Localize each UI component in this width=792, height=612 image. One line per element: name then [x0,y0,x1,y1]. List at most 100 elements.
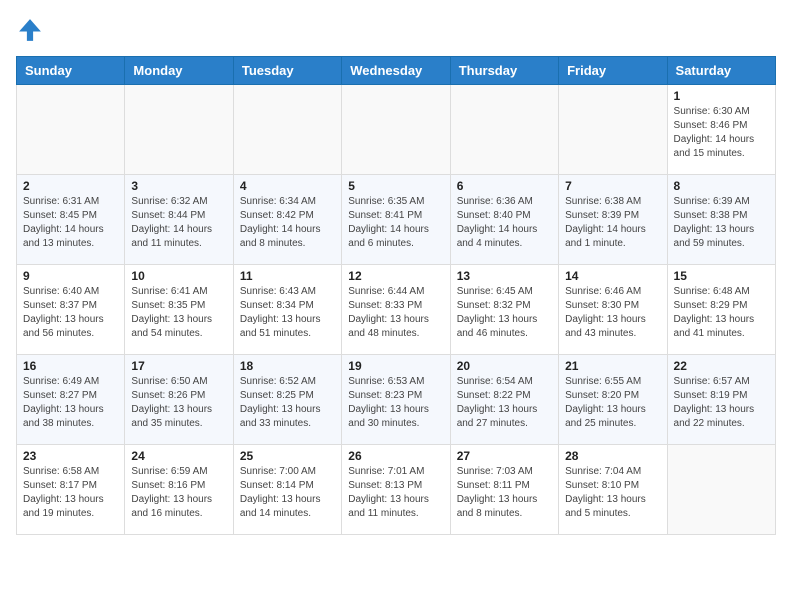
day-number: 14 [565,269,660,283]
calendar-cell: 19 Sunrise: 6:53 AM Sunset: 8:23 PM Dayli… [342,355,450,445]
day-number: 25 [240,449,335,463]
calendar-cell: 15 Sunrise: 6:48 AM Sunset: 8:29 PM Dayli… [667,265,775,355]
logo [16,16,48,44]
day-info: Sunrise: 7:03 AM Sunset: 8:11 PM Dayligh… [457,465,552,521]
day-info: Sunrise: 6:55 AM Sunset: 8:20 PM Dayligh… [565,375,660,431]
day-number: 10 [131,269,226,283]
day-number: 18 [240,359,335,373]
day-info: Sunrise: 7:04 AM Sunset: 8:10 PM Dayligh… [565,465,660,521]
logo-icon [16,16,44,44]
day-info: Sunrise: 6:53 AM Sunset: 8:23 PM Dayligh… [348,375,443,431]
calendar-cell [125,85,233,175]
calendar-cell [342,85,450,175]
calendar-cell: 17 Sunrise: 6:50 AM Sunset: 8:26 PM Dayli… [125,355,233,445]
day-info: Sunrise: 7:01 AM Sunset: 8:13 PM Dayligh… [348,465,443,521]
day-info: Sunrise: 6:57 AM Sunset: 8:19 PM Dayligh… [674,375,769,431]
calendar-week-1: 1 Sunrise: 6:30 AM Sunset: 8:46 PM Daylig… [17,85,776,175]
calendar-cell: 9 Sunrise: 6:40 AM Sunset: 8:37 PM Daylig… [17,265,125,355]
day-number: 5 [348,179,443,193]
day-number: 17 [131,359,226,373]
day-info: Sunrise: 6:45 AM Sunset: 8:32 PM Dayligh… [457,285,552,341]
day-number: 3 [131,179,226,193]
day-number: 7 [565,179,660,193]
day-info: Sunrise: 6:48 AM Sunset: 8:29 PM Dayligh… [674,285,769,341]
day-number: 11 [240,269,335,283]
day-number: 13 [457,269,552,283]
day-info: Sunrise: 6:59 AM Sunset: 8:16 PM Dayligh… [131,465,226,521]
calendar-cell: 27 Sunrise: 7:03 AM Sunset: 8:11 PM Dayli… [450,445,558,535]
calendar-cell: 24 Sunrise: 6:59 AM Sunset: 8:16 PM Dayli… [125,445,233,535]
calendar-week-2: 2 Sunrise: 6:31 AM Sunset: 8:45 PM Daylig… [17,175,776,265]
header-monday: Monday [125,57,233,85]
calendar-cell [559,85,667,175]
calendar-cell: 20 Sunrise: 6:54 AM Sunset: 8:22 PM Dayli… [450,355,558,445]
day-info: Sunrise: 6:44 AM Sunset: 8:33 PM Dayligh… [348,285,443,341]
header-wednesday: Wednesday [342,57,450,85]
calendar-cell: 6 Sunrise: 6:36 AM Sunset: 8:40 PM Daylig… [450,175,558,265]
day-number: 28 [565,449,660,463]
calendar-week-3: 9 Sunrise: 6:40 AM Sunset: 8:37 PM Daylig… [17,265,776,355]
day-info: Sunrise: 6:49 AM Sunset: 8:27 PM Dayligh… [23,375,118,431]
calendar-cell: 18 Sunrise: 6:52 AM Sunset: 8:25 PM Dayli… [233,355,341,445]
calendar-cell [17,85,125,175]
day-number: 20 [457,359,552,373]
calendar-cell [233,85,341,175]
calendar-week-4: 16 Sunrise: 6:49 AM Sunset: 8:27 PM Dayli… [17,355,776,445]
day-number: 1 [674,89,769,103]
calendar-cell: 11 Sunrise: 6:43 AM Sunset: 8:34 PM Dayli… [233,265,341,355]
day-info: Sunrise: 6:32 AM Sunset: 8:44 PM Dayligh… [131,195,226,251]
header-friday: Friday [559,57,667,85]
calendar-cell [450,85,558,175]
calendar-table: Sunday Monday Tuesday Wednesday Thursday… [16,56,776,535]
calendar-cell: 3 Sunrise: 6:32 AM Sunset: 8:44 PM Daylig… [125,175,233,265]
calendar-cell: 16 Sunrise: 6:49 AM Sunset: 8:27 PM Dayli… [17,355,125,445]
calendar-cell: 4 Sunrise: 6:34 AM Sunset: 8:42 PM Daylig… [233,175,341,265]
calendar-cell: 10 Sunrise: 6:41 AM Sunset: 8:35 PM Dayli… [125,265,233,355]
day-info: Sunrise: 7:00 AM Sunset: 8:14 PM Dayligh… [240,465,335,521]
calendar-cell: 5 Sunrise: 6:35 AM Sunset: 8:41 PM Daylig… [342,175,450,265]
header-saturday: Saturday [667,57,775,85]
day-number: 19 [348,359,443,373]
day-number: 22 [674,359,769,373]
header-tuesday: Tuesday [233,57,341,85]
calendar-cell: 21 Sunrise: 6:55 AM Sunset: 8:20 PM Dayli… [559,355,667,445]
calendar-cell: 14 Sunrise: 6:46 AM Sunset: 8:30 PM Dayli… [559,265,667,355]
day-number: 12 [348,269,443,283]
day-number: 23 [23,449,118,463]
day-info: Sunrise: 6:43 AM Sunset: 8:34 PM Dayligh… [240,285,335,341]
calendar-cell: 8 Sunrise: 6:39 AM Sunset: 8:38 PM Daylig… [667,175,775,265]
day-number: 24 [131,449,226,463]
day-info: Sunrise: 6:31 AM Sunset: 8:45 PM Dayligh… [23,195,118,251]
calendar-header-row: Sunday Monday Tuesday Wednesday Thursday… [17,57,776,85]
day-number: 8 [674,179,769,193]
day-info: Sunrise: 6:54 AM Sunset: 8:22 PM Dayligh… [457,375,552,431]
calendar-week-5: 23 Sunrise: 6:58 AM Sunset: 8:17 PM Dayli… [17,445,776,535]
calendar-cell: 13 Sunrise: 6:45 AM Sunset: 8:32 PM Dayli… [450,265,558,355]
day-info: Sunrise: 6:35 AM Sunset: 8:41 PM Dayligh… [348,195,443,251]
day-number: 4 [240,179,335,193]
day-number: 2 [23,179,118,193]
day-number: 21 [565,359,660,373]
day-number: 15 [674,269,769,283]
day-number: 27 [457,449,552,463]
day-info: Sunrise: 6:34 AM Sunset: 8:42 PM Dayligh… [240,195,335,251]
day-info: Sunrise: 6:40 AM Sunset: 8:37 PM Dayligh… [23,285,118,341]
day-number: 9 [23,269,118,283]
day-info: Sunrise: 6:41 AM Sunset: 8:35 PM Dayligh… [131,285,226,341]
day-info: Sunrise: 6:36 AM Sunset: 8:40 PM Dayligh… [457,195,552,251]
day-info: Sunrise: 6:50 AM Sunset: 8:26 PM Dayligh… [131,375,226,431]
day-info: Sunrise: 6:30 AM Sunset: 8:46 PM Dayligh… [674,105,769,161]
calendar-cell: 22 Sunrise: 6:57 AM Sunset: 8:19 PM Dayli… [667,355,775,445]
day-info: Sunrise: 6:39 AM Sunset: 8:38 PM Dayligh… [674,195,769,251]
header-thursday: Thursday [450,57,558,85]
calendar-cell: 28 Sunrise: 7:04 AM Sunset: 8:10 PM Dayli… [559,445,667,535]
calendar-cell: 12 Sunrise: 6:44 AM Sunset: 8:33 PM Dayli… [342,265,450,355]
day-info: Sunrise: 6:58 AM Sunset: 8:17 PM Dayligh… [23,465,118,521]
day-info: Sunrise: 6:52 AM Sunset: 8:25 PM Dayligh… [240,375,335,431]
day-info: Sunrise: 6:46 AM Sunset: 8:30 PM Dayligh… [565,285,660,341]
page-header [16,16,776,44]
calendar-cell: 25 Sunrise: 7:00 AM Sunset: 8:14 PM Dayli… [233,445,341,535]
day-number: 16 [23,359,118,373]
day-number: 6 [457,179,552,193]
day-number: 26 [348,449,443,463]
